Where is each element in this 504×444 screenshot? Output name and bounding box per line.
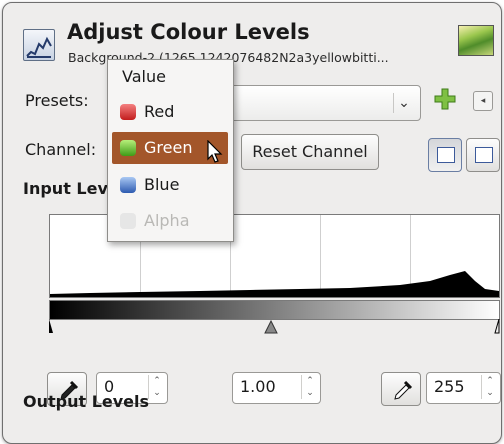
chevron-down-icon[interactable]: ⌄ — [393, 93, 414, 113]
black-point-handle — [49, 319, 53, 333]
presets-menu-button[interactable]: ◂ — [473, 91, 493, 111]
mouse-pointer-icon — [207, 140, 223, 163]
input-high-spin[interactable]: 255 ⌃ ⌄ — [426, 372, 501, 404]
input-gradient-bar — [49, 300, 500, 320]
white-point-picker[interactable] — [381, 372, 421, 406]
linear-histogram-icon — [437, 147, 455, 163]
linear-histogram-button[interactable] — [428, 138, 462, 172]
output-levels-title: Output Levels — [23, 392, 150, 411]
levels-dialog: Adjust Colour Levels Background-2 (1265 … — [2, 2, 502, 444]
presets-combo[interactable]: ⌄ — [213, 85, 421, 121]
spin-arrows-icon[interactable]: ⌃ ⌄ — [481, 375, 498, 399]
log-histogram-icon — [475, 147, 493, 163]
add-preset-icon[interactable] — [433, 87, 457, 111]
image-thumbnail — [458, 25, 494, 56]
menu-item-label: Green — [144, 138, 193, 157]
input-gamma-value: 1.00 — [240, 377, 276, 396]
alpha-channel-icon — [120, 213, 136, 229]
menu-item-label: Alpha — [144, 211, 190, 230]
reset-channel-button[interactable]: Reset Channel — [241, 134, 379, 170]
red-channel-icon — [120, 104, 136, 120]
dialog-title: Adjust Colour Levels — [67, 20, 310, 44]
menu-item-blue[interactable]: Blue — [112, 169, 228, 201]
menu-item-label: Red — [144, 102, 175, 121]
menu-item-red[interactable]: Red — [112, 96, 228, 128]
histogram-shape — [50, 271, 499, 297]
blue-channel-icon — [120, 177, 136, 193]
spin-arrows-icon[interactable]: ⌃ ⌄ — [301, 375, 318, 399]
menu-item-value[interactable]: Value — [112, 61, 228, 93]
gamma-handle — [264, 319, 278, 334]
white-eyedropper-icon — [394, 380, 413, 400]
green-channel-icon — [120, 140, 136, 156]
menu-item-alpha: Alpha — [112, 205, 228, 237]
spin-arrows-icon[interactable]: ⌃ ⌄ — [148, 375, 165, 399]
presets-label: Presets: — [25, 91, 89, 110]
white-point-handle — [494, 319, 500, 334]
log-histogram-button[interactable] — [466, 138, 500, 172]
input-gamma-spin[interactable]: 1.00 ⌃ ⌄ — [232, 372, 321, 404]
channel-label: Channel: — [25, 140, 97, 159]
levels-tool-icon — [23, 29, 55, 61]
input-high-value: 255 — [434, 377, 465, 396]
menu-item-label: Value — [122, 67, 166, 86]
menu-item-label: Blue — [144, 175, 180, 194]
